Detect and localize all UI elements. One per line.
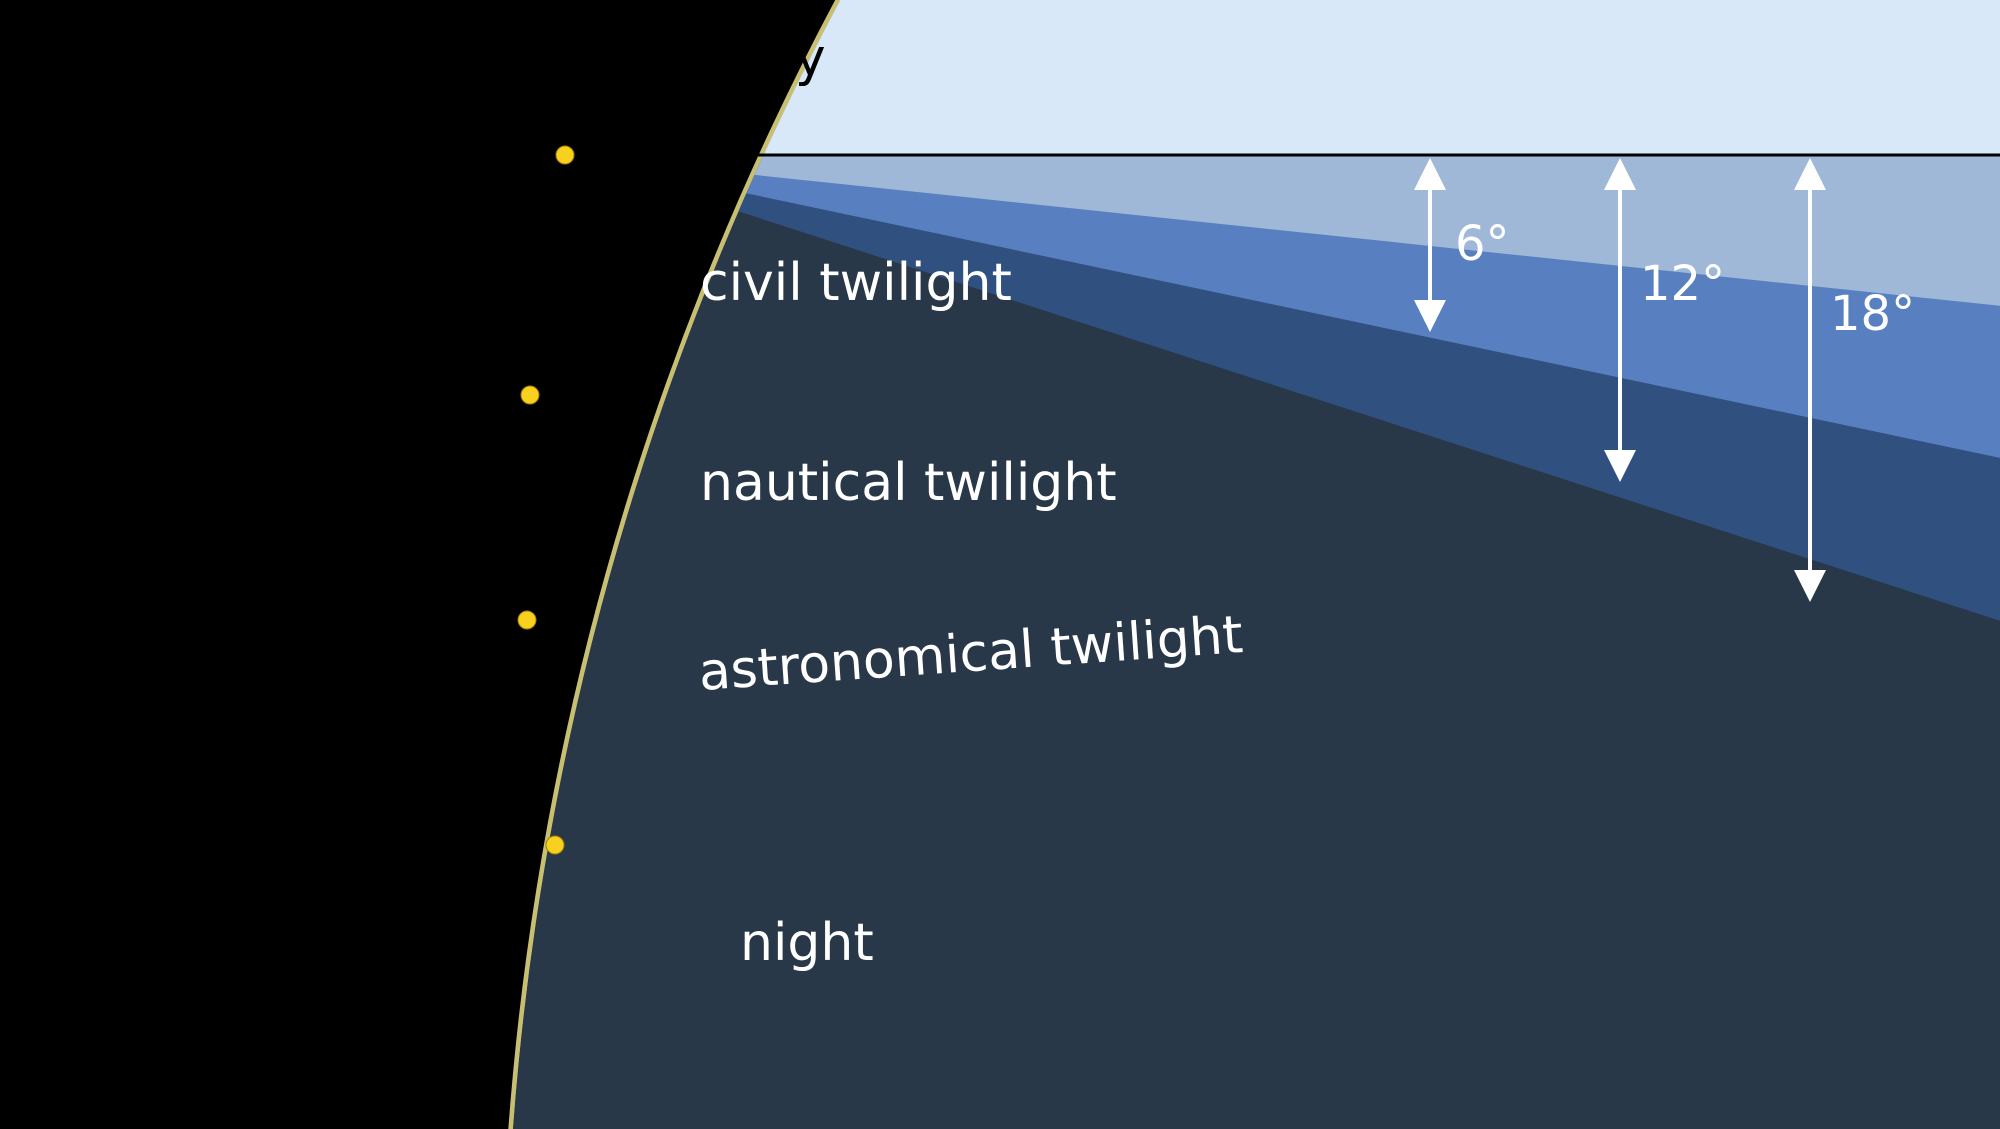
angle-label-12: 12° [1640, 256, 1725, 312]
angle-label-6: 6° [1455, 216, 1510, 272]
label-nautical: nautical twilight [700, 453, 1117, 513]
label-day: day [730, 28, 826, 88]
angle-label-18: 18° [1830, 286, 1915, 342]
marker-horizon [556, 146, 574, 164]
twilight-wedges [0, 0, 2000, 1129]
day-band [0, 0, 2000, 155]
label-night: night [740, 913, 874, 973]
label-civil: civil twilight [700, 253, 1012, 313]
marker-18deg [546, 836, 564, 854]
marker-12deg [518, 611, 536, 629]
marker-6deg [521, 386, 539, 404]
twilight-diagram: day civil twilight nautical twilight ast… [0, 0, 2000, 1129]
